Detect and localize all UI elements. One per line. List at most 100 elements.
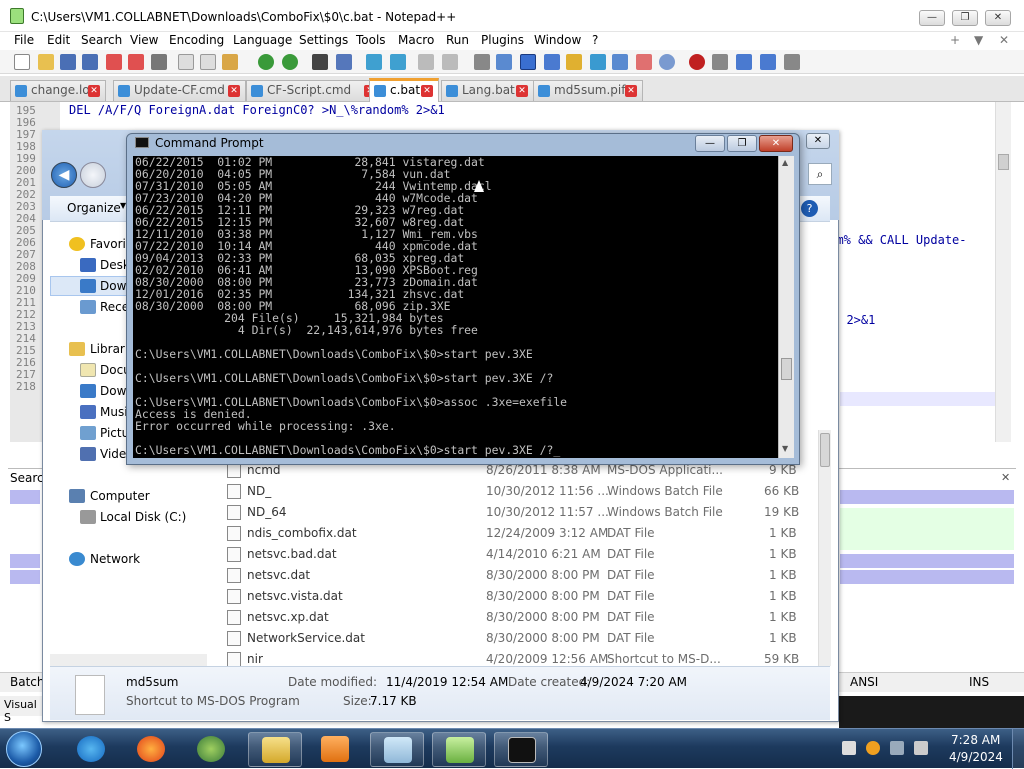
media-player-icon[interactable] xyxy=(308,732,362,767)
menu-run[interactable]: Run xyxy=(446,33,469,47)
maximize-button[interactable]: ❐ xyxy=(952,10,978,26)
scroll-thumb[interactable] xyxy=(998,154,1009,170)
nav-downloads-library[interactable]: Dow xyxy=(100,384,126,398)
close-all-icon[interactable] xyxy=(128,54,144,70)
help-icon[interactable]: ? xyxy=(801,200,818,217)
tab-close-icon[interactable]: ✕ xyxy=(88,85,100,97)
minimize-button[interactable]: — xyxy=(919,10,945,26)
cmd-vscrollbar[interactable]: ▲ ▼ xyxy=(778,156,794,458)
menu-settings[interactable]: Settings xyxy=(299,33,348,47)
clock-time[interactable]: 7:28 AM xyxy=(951,733,1000,747)
menu-file[interactable]: File xyxy=(14,33,34,47)
network-tray-icon[interactable] xyxy=(890,741,904,755)
scroll-thumb[interactable] xyxy=(781,358,792,380)
alert-icon[interactable] xyxy=(866,741,880,755)
tab-close-icon[interactable]: ✕ xyxy=(228,85,240,97)
tab-update-cf[interactable]: Update-CF.cmd ✕ xyxy=(113,80,246,101)
undo-icon[interactable] xyxy=(258,54,274,70)
nav-local-disk[interactable]: Local Disk (C:) xyxy=(100,510,186,524)
copy-icon[interactable] xyxy=(200,54,216,70)
menu-help[interactable]: ? xyxy=(592,33,598,47)
file-row[interactable]: ND_ 10/30/2012 11:56 ... Windows Batch Fil… xyxy=(218,481,818,502)
close-button[interactable]: ✕ xyxy=(759,135,793,152)
open-file-icon[interactable] xyxy=(38,54,54,70)
run-macro-multiple-icon[interactable] xyxy=(760,54,776,70)
menu-tools[interactable]: Tools xyxy=(356,33,386,47)
close-button[interactable]: ✕ xyxy=(985,10,1011,26)
nav-network[interactable]: Network xyxy=(90,552,140,566)
file-row[interactable]: netsvc.bad.dat 4/14/2010 6:21 AM DAT File 1… xyxy=(218,544,818,565)
back-icon[interactable]: ◀ xyxy=(51,162,77,188)
menu-encoding[interactable]: Encoding xyxy=(169,33,224,47)
nav-pictures[interactable]: Pictu xyxy=(100,426,129,440)
nav-computer[interactable]: Computer xyxy=(90,489,150,503)
clock-date[interactable]: 4/9/2024 xyxy=(949,750,1003,764)
file-row[interactable]: ND_64 10/30/2012 11:57 ... Windows Batch F… xyxy=(218,502,818,523)
tab-c-bat[interactable]: c.bat ✕ xyxy=(369,78,439,102)
sync-horizontal-icon[interactable] xyxy=(442,54,458,70)
show-all-chars-icon[interactable] xyxy=(496,54,512,70)
eye-icon[interactable] xyxy=(659,54,675,70)
nav-music[interactable]: Musi xyxy=(100,405,128,419)
ie-icon[interactable] xyxy=(64,732,118,767)
volume-icon[interactable] xyxy=(914,741,928,755)
print-icon[interactable] xyxy=(151,54,167,70)
sync-vertical-icon[interactable] xyxy=(418,54,434,70)
cut-icon[interactable] xyxy=(178,54,194,70)
menu-language[interactable]: Language xyxy=(233,33,292,47)
save-icon[interactable] xyxy=(60,54,76,70)
scroll-thumb[interactable] xyxy=(820,433,830,467)
network-globe-icon[interactable] xyxy=(184,732,238,767)
editor-vscrollbar[interactable] xyxy=(995,102,1011,442)
function-list-icon[interactable] xyxy=(566,54,582,70)
minimize-button[interactable]: — xyxy=(695,135,725,152)
file-row[interactable]: netsvc.vista.dat 8/30/2000 8:00 PM DAT Fil… xyxy=(218,586,818,607)
tab-lang-bat[interactable]: Lang.bat ✕ xyxy=(441,80,534,101)
organize-button[interactable]: Organize xyxy=(67,201,121,215)
nav-hscrollbar[interactable] xyxy=(50,654,207,666)
file-row[interactable]: netsvc.dat 8/30/2000 8:00 PM DAT File 1 KB xyxy=(218,565,818,586)
start-button[interactable] xyxy=(6,731,42,767)
paste-icon[interactable] xyxy=(222,54,238,70)
menu-close-doc[interactable]: ✕ xyxy=(999,33,1009,47)
maximize-button[interactable]: ❐ xyxy=(727,135,757,152)
flag-icon[interactable] xyxy=(842,741,856,755)
menu-edit[interactable]: Edit xyxy=(47,33,70,47)
record-macro-icon[interactable] xyxy=(689,54,705,70)
cmd-taskbar-icon[interactable] xyxy=(494,732,548,767)
zoom-out-icon[interactable] xyxy=(390,54,406,70)
menu-search[interactable]: Search xyxy=(81,33,122,47)
forward-icon[interactable] xyxy=(80,162,106,188)
chevron-up-icon[interactable]: ▲ xyxy=(782,158,788,167)
tab-close-icon[interactable]: ✕ xyxy=(421,85,433,97)
eraser-icon[interactable] xyxy=(636,54,652,70)
search-icon[interactable]: ⌕ xyxy=(808,163,832,185)
new-file-icon[interactable] xyxy=(14,54,30,70)
doc-map-icon[interactable] xyxy=(544,54,560,70)
menu-plugins[interactable]: Plugins xyxy=(481,33,524,47)
explorer-taskbar-icon[interactable] xyxy=(248,732,302,767)
notepad-taskbar-icon[interactable] xyxy=(370,732,424,767)
explorer-close-button[interactable]: ✕ xyxy=(806,133,830,149)
nav-downloads[interactable]: Dow xyxy=(100,279,126,293)
zoom-in-icon[interactable] xyxy=(366,54,382,70)
find-icon[interactable] xyxy=(312,54,328,70)
close-file-icon[interactable] xyxy=(106,54,122,70)
show-desktop-button[interactable] xyxy=(1012,729,1024,769)
menu-new-tab[interactable]: + xyxy=(950,33,960,47)
replace-icon[interactable] xyxy=(336,54,352,70)
file-row[interactable]: netsvc.xp.dat 8/30/2000 8:00 PM DAT File 1 … xyxy=(218,607,818,628)
tab-cf-script[interactable]: CF-Script.cmd✕ xyxy=(246,80,382,101)
file-row[interactable]: NetworkService.dat 8/30/2000 8:00 PM DAT F… xyxy=(218,628,818,649)
nav-recent[interactable]: Rece xyxy=(100,300,129,314)
file-list-vscrollbar[interactable] xyxy=(818,430,831,666)
redo-icon[interactable] xyxy=(282,54,298,70)
tab-md5sum[interactable]: md5sum.pif ✕ xyxy=(533,80,643,101)
file-row[interactable]: ndis_combofix.dat 12/24/2009 3:12 AM DAT F… xyxy=(218,523,818,544)
close-icon[interactable]: ✕ xyxy=(1001,471,1010,484)
tab-close-icon[interactable]: ✕ xyxy=(625,85,637,97)
stop-macro-icon[interactable] xyxy=(712,54,728,70)
nav-favorites[interactable]: Favorit xyxy=(90,237,131,251)
folder-workspace-icon[interactable] xyxy=(590,54,606,70)
monitoring-icon[interactable] xyxy=(612,54,628,70)
